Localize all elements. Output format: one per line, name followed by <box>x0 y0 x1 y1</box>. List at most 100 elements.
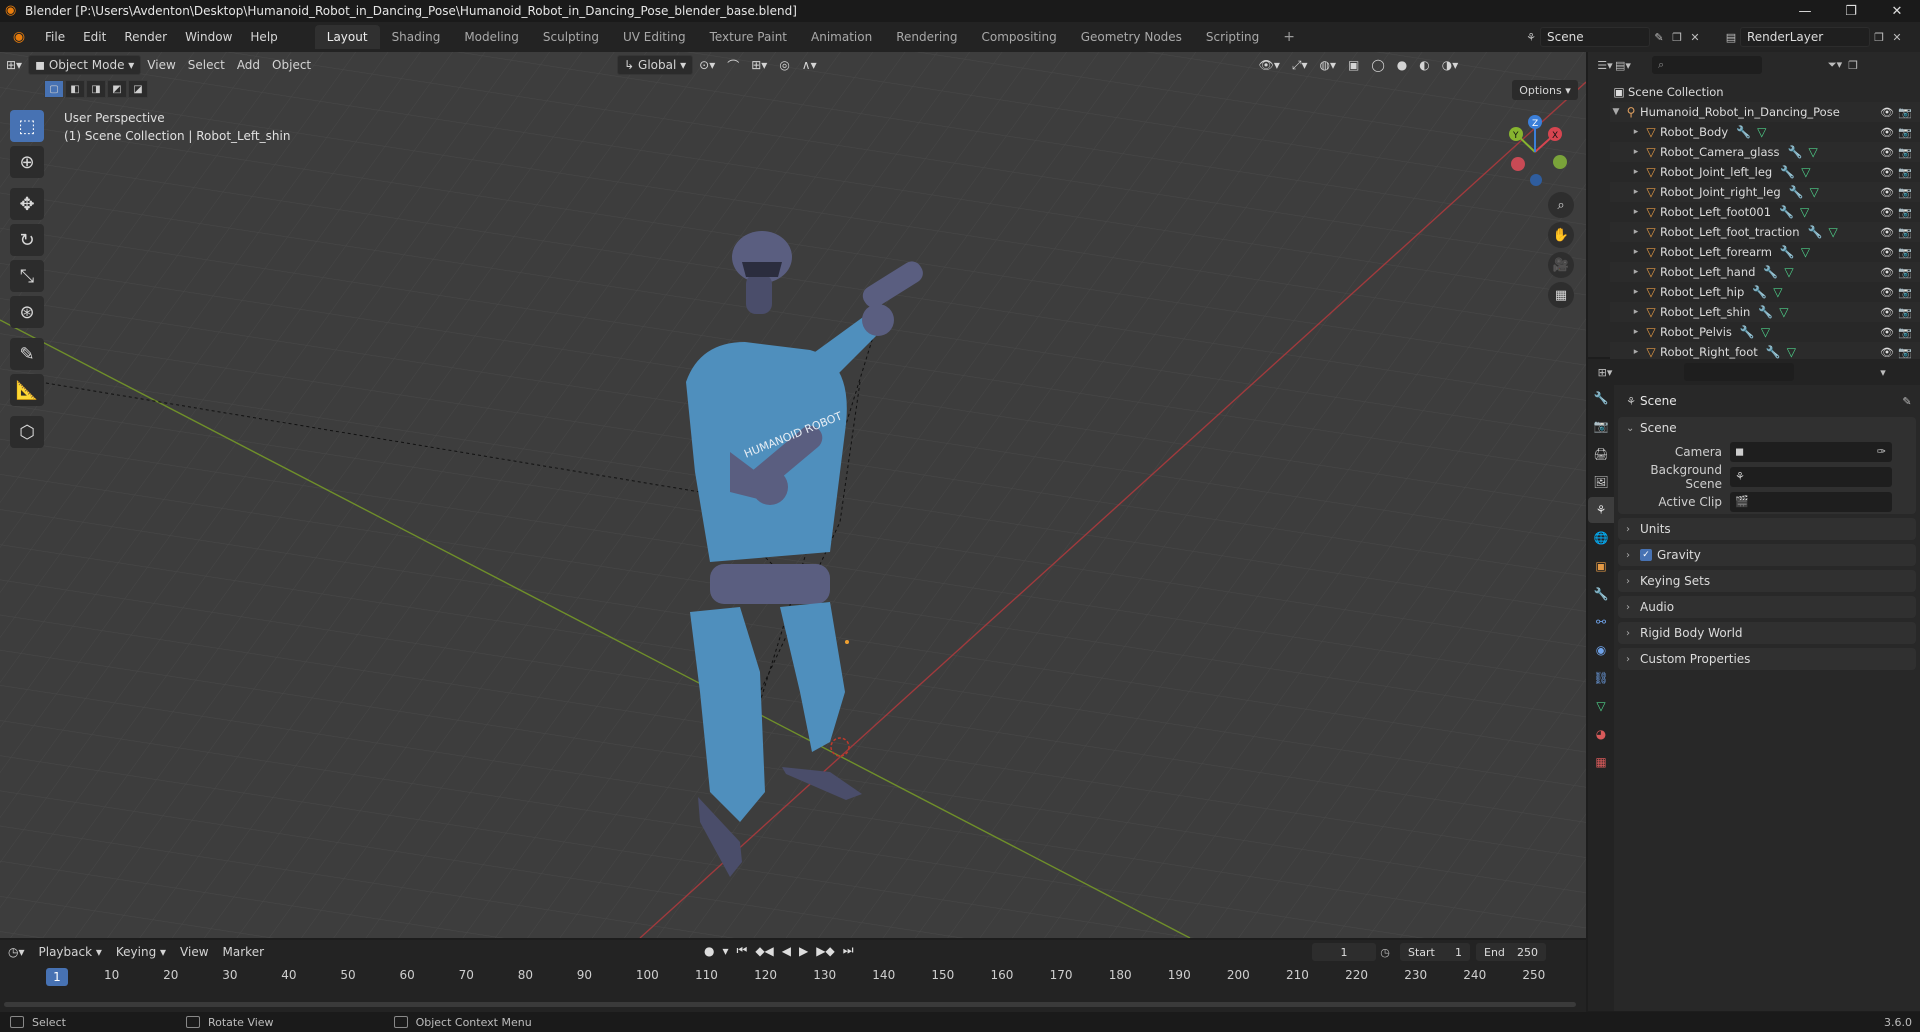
outliner-object-row[interactable]: ▸ ▽ Robot_Pelvis 🔧 ▽ 👁 📷 <box>1610 322 1920 342</box>
visibility-eye-icon[interactable]: 👁 <box>1880 166 1894 179</box>
visibility-eye-icon[interactable]: 👁 <box>1880 306 1894 319</box>
add-cube-tool-icon[interactable]: ⬡ <box>10 416 44 448</box>
proportional-edit-icon[interactable]: ◎ <box>773 55 795 75</box>
scene-selector[interactable]: ⚘ Scene ✎ ❐ ✕ <box>1522 26 1718 48</box>
add-workspace-button[interactable]: + <box>1271 25 1307 49</box>
scene-name-field[interactable]: Scene <box>1540 27 1650 47</box>
outliner-object-row[interactable]: ▸ ▽ Robot_Left_forearm 🔧 ▽ 👁 📷 <box>1610 242 1920 262</box>
rendered-shading-icon[interactable]: ◑▾ <box>1436 55 1465 75</box>
outliner-object-row[interactable]: ▸ ▽ Robot_Joint_left_leg 🔧 ▽ 👁 📷 <box>1610 162 1920 182</box>
editor-type-button[interactable]: ⊞▾ <box>0 55 28 75</box>
render-camera-icon[interactable]: 📷 <box>1898 306 1912 319</box>
rigid-body-world-panel[interactable]: › Rigid Body World <box>1618 622 1916 644</box>
texture-tab-icon[interactable]: ▦ <box>1588 749 1614 775</box>
transform-tool-icon[interactable]: ⊛ <box>10 296 44 328</box>
outliner-object-row[interactable]: ▸ ▽ Robot_Left_hip 🔧 ▽ 👁 📷 <box>1610 282 1920 302</box>
measure-tool-icon[interactable]: 📐 <box>10 374 44 406</box>
outliner-editor-type-icon[interactable]: ☰▾ <box>1596 56 1614 74</box>
output-tab-icon[interactable]: 🖨 <box>1588 441 1614 467</box>
jump-end-icon[interactable]: ⏭ <box>843 943 854 958</box>
falloff-icon[interactable]: ∧▾ <box>796 55 823 75</box>
custom-properties-panel[interactable]: › Custom Properties <box>1618 648 1916 670</box>
timeline-ruler[interactable]: 10 20 30 40 50 60 70 80 90 100 110 120 130 140 150 160 1… <box>0 968 1586 988</box>
material-tab-icon[interactable]: ◕ <box>1588 721 1614 747</box>
delete-view-layer-icon[interactable]: ✕ <box>1888 28 1906 46</box>
visibility-eye-icon[interactable]: 👁 <box>1880 206 1894 219</box>
pivot-point-icon[interactable]: ⊙▾ <box>693 55 721 75</box>
new-scene-icon[interactable]: ❐ <box>1668 28 1686 46</box>
scene-panel-header[interactable]: ⌄ Scene <box>1618 417 1916 439</box>
visibility-eye-icon[interactable]: 👁 <box>1880 266 1894 279</box>
outliner-collection[interactable]: ▼ ⚲ Humanoid_Robot_in_Dancing_Pose 👁 📷 <box>1610 102 1920 122</box>
object-tab-icon[interactable]: ▣ <box>1588 553 1614 579</box>
menu-view[interactable]: View <box>141 55 181 75</box>
visibility-eye-icon[interactable]: 👁 <box>1880 126 1894 139</box>
menu-edit[interactable]: Edit <box>74 22 115 52</box>
menu-timeline-view[interactable]: View <box>180 945 208 959</box>
modifier-tab-icon[interactable]: 🔧 <box>1588 581 1614 607</box>
data-tab-icon[interactable]: ▽ <box>1588 693 1614 719</box>
view-layer-selector[interactable]: ▤ RenderLayer ❐ ✕ <box>1722 26 1918 48</box>
select-new-icon[interactable]: ▢ <box>44 80 64 98</box>
menu-help[interactable]: Help <box>241 22 286 52</box>
tab-shading[interactable]: Shading <box>380 25 453 49</box>
end-frame-field[interactable]: End 250 <box>1476 943 1546 961</box>
tab-geometry-nodes[interactable]: Geometry Nodes <box>1069 25 1194 49</box>
expand-arrow-icon[interactable]: ▸ <box>1630 267 1642 277</box>
prev-keyframe-icon[interactable]: ◆◀ <box>755 944 773 958</box>
eyedropper-icon[interactable]: ✑ <box>1877 445 1886 458</box>
delete-scene-icon[interactable]: ✕ <box>1686 28 1704 46</box>
outliner-search-input[interactable]: ⌕ <box>1652 56 1762 74</box>
menu-playback[interactable]: Playback ▾ <box>39 945 102 959</box>
menu-object[interactable]: Object <box>266 55 317 75</box>
cursor-tool-icon[interactable]: ⊕ <box>10 146 44 178</box>
render-camera-icon[interactable]: 📷 <box>1898 206 1912 219</box>
jump-start-icon[interactable]: ⏮ <box>737 943 748 958</box>
auto-keying-icon[interactable]: ● <box>704 944 714 958</box>
render-camera-icon[interactable]: 📷 <box>1898 166 1912 179</box>
visibility-eye-icon[interactable]: 👁 <box>1880 186 1894 199</box>
render-camera-icon[interactable]: 📷 <box>1898 266 1912 279</box>
tab-animation[interactable]: Animation <box>799 25 884 49</box>
visibility-eye-icon[interactable]: 👁 <box>1880 246 1894 259</box>
expand-arrow-icon[interactable]: ▸ <box>1630 347 1642 357</box>
keying-sets-panel[interactable]: › Keying Sets <box>1618 570 1916 592</box>
move-tool-icon[interactable]: ✥ <box>10 188 44 220</box>
outliner-root[interactable]: ▣ Scene Collection <box>1610 82 1920 102</box>
annotate-tool-icon[interactable]: ✎ <box>10 338 44 370</box>
menu-keying[interactable]: Keying ▾ <box>116 945 166 959</box>
gravity-panel[interactable]: › ✓ Gravity <box>1618 544 1916 566</box>
options-dropdown[interactable]: Options ▾ <box>1512 80 1578 100</box>
audio-panel[interactable]: › Audio <box>1618 596 1916 618</box>
navigation-gizmo[interactable]: X Y Z <box>1498 112 1572 192</box>
timeline-scrollbar[interactable] <box>4 1002 1576 1007</box>
play-reverse-icon[interactable]: ◀ <box>782 944 791 958</box>
render-camera-icon[interactable]: 📷 <box>1898 346 1912 359</box>
view-layer-field[interactable]: RenderLayer <box>1740 27 1870 47</box>
gizmo-toggle-icon[interactable]: ⤢▾ <box>1286 55 1314 75</box>
render-camera-icon[interactable]: 📷 <box>1898 326 1912 339</box>
select-extend-icon[interactable]: ◧ <box>65 80 85 98</box>
render-camera-icon[interactable]: 📷 <box>1898 146 1912 159</box>
outliner-object-row[interactable]: ▸ ▽ Robot_Body 🔧 ▽ 👁 📷 <box>1610 122 1920 142</box>
display-mode-icon[interactable]: ▤▾ <box>1614 56 1632 74</box>
pin-context-icon[interactable]: ✎ <box>1898 392 1916 410</box>
3d-viewport[interactable]: HUMANOID ROBOT ⊞▾ ◼ Object Mode ▾ View S… <box>0 52 1586 938</box>
minimize-button[interactable]: — <box>1782 0 1828 22</box>
select-box-tool-icon[interactable]: ⬚ <box>10 110 44 142</box>
new-collection-icon[interactable]: ❐ <box>1844 56 1862 74</box>
expand-arrow-icon[interactable]: ▸ <box>1630 307 1642 317</box>
timeline[interactable]: ◷▾ Playback ▾ Keying ▾ View Marker ● ▾ ⏮… <box>0 940 1586 1012</box>
visibility-eye-icon[interactable]: 👁 <box>1880 106 1894 119</box>
render-camera-icon[interactable]: 📷 <box>1898 186 1912 199</box>
scale-tool-icon[interactable]: ⤡ <box>10 260 44 292</box>
render-camera-icon[interactable]: 📷 <box>1898 286 1912 299</box>
solid-shading-icon[interactable]: ● <box>1391 55 1413 75</box>
outliner-object-row[interactable]: ▸ ▽ Robot_Joint_right_leg 🔧 ▽ 👁 📷 <box>1610 182 1920 202</box>
snap-icon[interactable]: ⌒ <box>721 55 745 75</box>
tab-compositing[interactable]: Compositing <box>969 25 1068 49</box>
active-clip-field[interactable]: 🎬 <box>1730 491 1892 512</box>
expand-arrow-icon[interactable]: ▸ <box>1630 127 1642 137</box>
expand-arrow-icon[interactable]: ▸ <box>1630 247 1642 257</box>
expand-arrow-icon[interactable]: ▸ <box>1630 287 1642 297</box>
